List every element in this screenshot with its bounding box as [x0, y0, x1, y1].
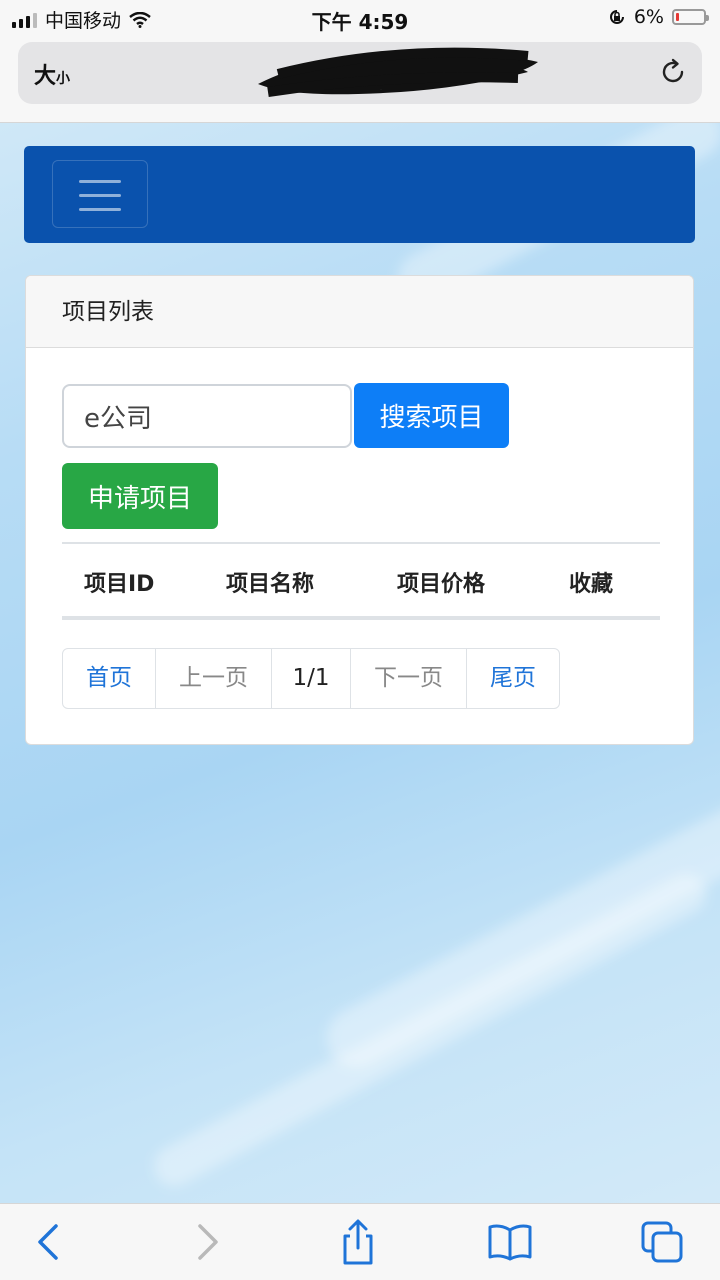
table-header-price: 项目价格: [397, 572, 486, 597]
forward-icon[interactable]: [182, 1218, 230, 1266]
card-title: 项目列表: [26, 276, 693, 348]
table-header-name: 项目名称: [226, 572, 315, 597]
battery-icon: [672, 9, 709, 25]
reload-icon[interactable]: [658, 57, 688, 87]
page-next-link[interactable]: 下一页: [351, 649, 467, 708]
browser-address-area: 大小 不安全: [0, 38, 720, 123]
status-bar: 中国移动 下午 4:59 6%: [0, 0, 720, 38]
pagination: 首页 上一页 1/1 下一页 尾页: [62, 648, 560, 709]
table-header-favorite: 收藏: [569, 572, 614, 597]
page-first-link[interactable]: 首页: [63, 649, 156, 708]
site-navbar: [24, 146, 695, 243]
project-table: 项目ID 项目名称 项目价格 收藏: [62, 542, 660, 620]
bookmarks-icon[interactable]: [486, 1218, 534, 1266]
browser-toolbar: [0, 1203, 720, 1280]
orientation-lock-icon: [609, 10, 624, 24]
table-header-id: 项目ID: [84, 572, 155, 597]
menu-toggle-button[interactable]: [52, 160, 148, 228]
redaction-scribble: [258, 47, 538, 97]
share-icon[interactable]: [334, 1218, 382, 1266]
apply-project-button[interactable]: 申请项目: [62, 463, 218, 529]
tabs-icon[interactable]: [638, 1218, 686, 1266]
page-current: 1/1: [272, 649, 351, 708]
project-list-card: 项目列表 搜索项目 申请项目 项目ID 项目名称 项目价格 收藏 首页 上一页 …: [25, 275, 694, 745]
page-last-link[interactable]: 尾页: [467, 649, 559, 708]
background-cloud: [146, 866, 714, 1194]
search-project-button[interactable]: 搜索项目: [354, 383, 509, 448]
search-input[interactable]: [62, 384, 352, 448]
back-icon[interactable]: [26, 1218, 74, 1266]
address-bar[interactable]: 大小 不安全: [18, 42, 702, 104]
page-prev-link[interactable]: 上一页: [156, 649, 272, 708]
battery-percent: 6%: [633, 6, 664, 28]
